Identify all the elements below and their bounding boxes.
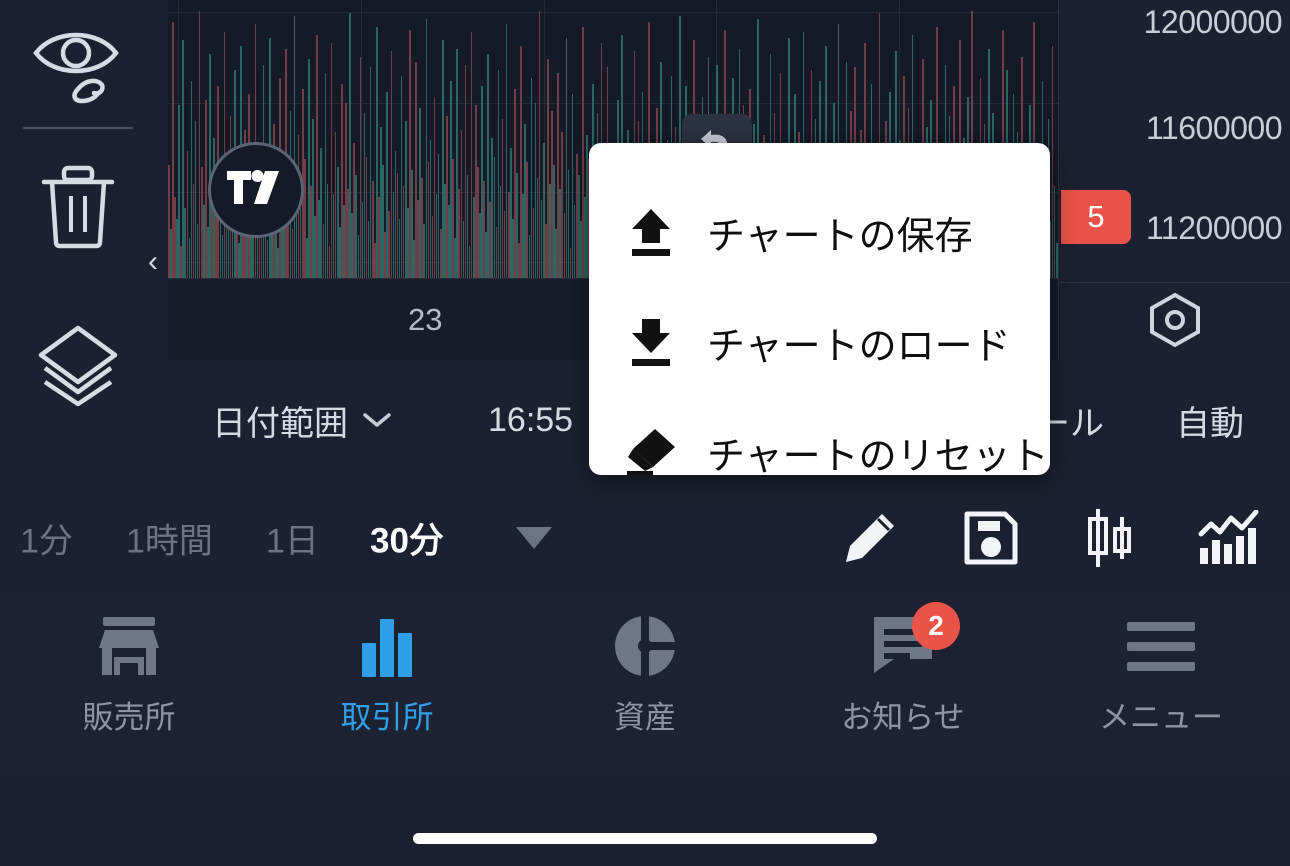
collapse-panel-chevron[interactable]: ‹ [138, 236, 168, 288]
indicator-chart-icon[interactable] [1198, 510, 1260, 566]
date-range-button[interactable]: 日付範囲 [212, 396, 392, 445]
hex-settings-icon[interactable] [1146, 292, 1204, 353]
timeframe-1m[interactable]: 1分 [20, 514, 73, 563]
chart-time-label: 16:55 [488, 400, 574, 439]
nav-item-assets[interactable]: 資産 [516, 614, 774, 754]
menu-item-label: チャートのロード [707, 325, 1011, 368]
trash-icon[interactable] [0, 160, 156, 252]
chart-context-menu: チャートの保存 チャートのロード チャートのリセット [589, 143, 1050, 478]
price-axis-label: 11600000 [1146, 110, 1283, 146]
menu-item-save-chart[interactable]: チャートの保存 [589, 177, 1050, 287]
store-icon [96, 614, 162, 678]
nav-label: お知らせ [841, 700, 965, 735]
price-axis-label: 11200000 [1146, 210, 1283, 246]
date-range-label: 日付範囲 [212, 404, 348, 443]
nav-label: 資産 [614, 700, 676, 735]
tradingview-logo [208, 142, 304, 238]
menu-item-reset-chart[interactable]: チャートのリセット [589, 397, 1050, 507]
upload-arrow-icon [625, 206, 677, 258]
menu-item-load-chart[interactable]: チャートのロード [589, 287, 1050, 397]
nav-item-exchange[interactable]: 取引所 [258, 614, 516, 754]
drawing-tools-rail [0, 0, 168, 407]
price-axis-label: 12000000 [1143, 4, 1283, 40]
menu-item-label: チャートの保存 [707, 215, 973, 258]
price-axis[interactable]: 12000000 11600000 11200000 5 [1058, 0, 1290, 360]
nav-item-notifications[interactable]: 2 お知らせ [774, 602, 1032, 754]
candlestick-icon[interactable] [1082, 507, 1138, 569]
bar-chart-icon [356, 614, 418, 678]
timeframe-30m[interactable]: 30分 [370, 513, 444, 564]
rail-divider [23, 127, 133, 129]
more-timeframes-caret-icon[interactable] [516, 527, 552, 549]
hamburger-icon [1125, 614, 1197, 678]
nav-item-menu[interactable]: メニュー [1032, 614, 1290, 754]
eraser-icon [625, 426, 677, 478]
gridline [168, 12, 1058, 13]
bottom-navigation: 販売所 取引所 資産 2 お知らせ メニュー [0, 590, 1290, 780]
nav-label: 販売所 [82, 700, 176, 735]
timeframe-1h[interactable]: 1時間 [126, 514, 213, 563]
notification-badge: 2 [912, 602, 960, 650]
floppy-save-icon[interactable] [962, 509, 1020, 567]
home-indicator [413, 833, 877, 844]
nav-label: 取引所 [340, 700, 434, 735]
auto-scale-button[interactable]: 自動 [1176, 396, 1244, 445]
nav-item-sales[interactable]: 販売所 [0, 614, 258, 754]
app-root: ‹ 23 12000000 11600000 11200000 5 日付範囲 1… [0, 0, 1290, 866]
menu-item-label: チャートのリセット [707, 435, 1049, 478]
notification-icon: 2 [870, 602, 960, 678]
hide-drawings-icon[interactable] [0, 10, 156, 120]
time-axis-tick: 23 [408, 301, 443, 337]
chevron-down-icon [363, 413, 391, 427]
pie-chart-icon [613, 614, 677, 678]
nav-label: メニュー [1099, 700, 1223, 735]
download-arrow-icon [625, 316, 677, 368]
pencil-icon[interactable] [842, 510, 898, 566]
current-price-badge: 5 [1061, 190, 1131, 244]
timeframe-1d[interactable]: 1日 [266, 514, 319, 563]
